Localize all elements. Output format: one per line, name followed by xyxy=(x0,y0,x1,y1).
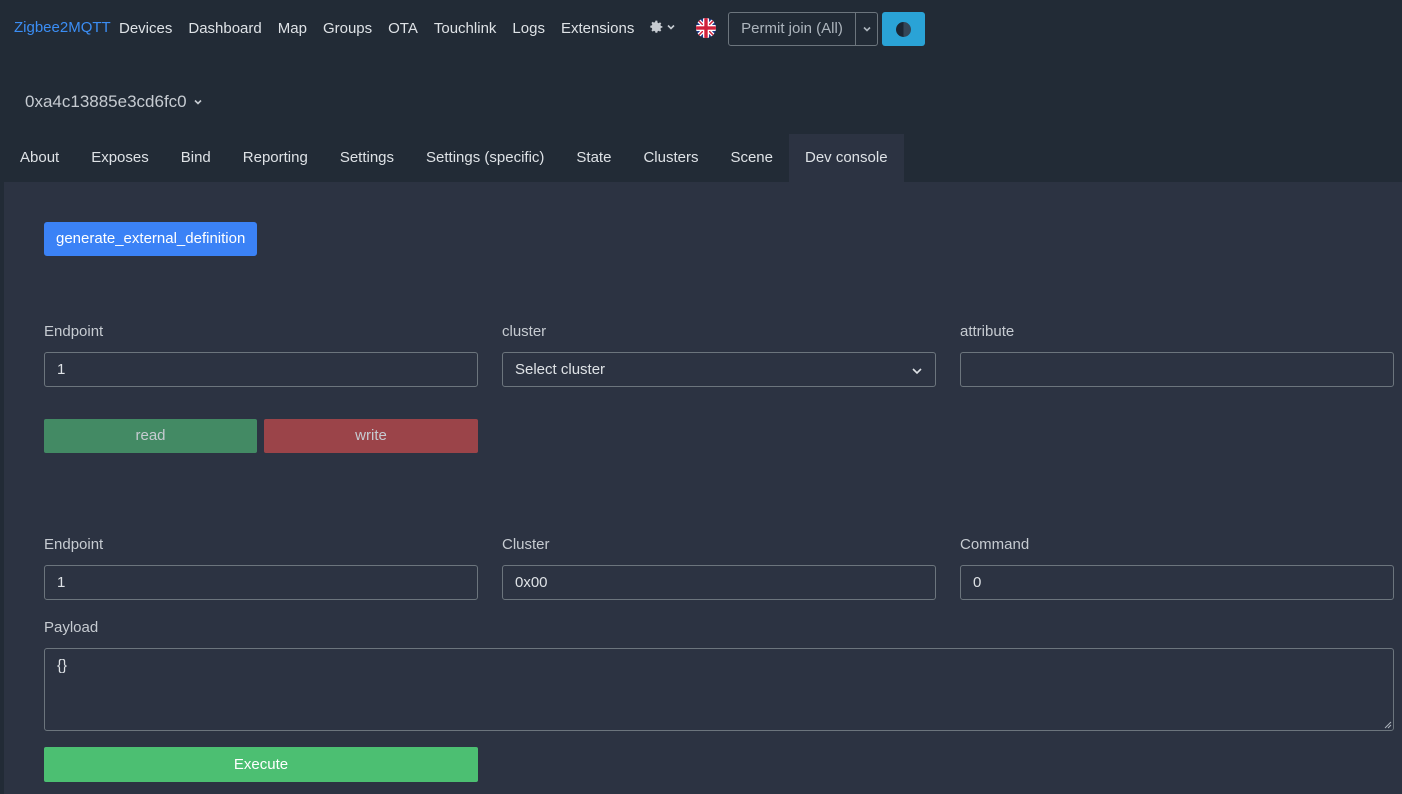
tab-state[interactable]: State xyxy=(560,134,627,182)
payload-textarea[interactable]: {} xyxy=(44,648,1394,731)
chevron-down-icon xyxy=(667,24,675,30)
generate-external-definition-button[interactable]: generate_external_definition xyxy=(44,222,258,256)
tab-about[interactable]: About xyxy=(4,134,75,182)
dev-console-panel: generate_external_definition Endpoint 1 … xyxy=(4,182,1402,794)
permit-join-button[interactable]: Permit join (All) xyxy=(729,13,855,45)
nav-link-logs[interactable]: Logs xyxy=(504,20,553,37)
chevron-down-icon xyxy=(912,368,922,375)
command-cluster-input[interactable]: 0x00 xyxy=(502,565,936,600)
command-endpoint-label: Endpoint xyxy=(44,536,104,553)
permit-join-dropdown-toggle[interactable] xyxy=(855,13,877,45)
execute-button[interactable]: Execute xyxy=(44,747,478,782)
chevron-down-icon xyxy=(862,26,871,32)
tab-bind[interactable]: Bind xyxy=(165,134,227,182)
nav-links: Devices Dashboard Map Groups OTA Touchli… xyxy=(111,0,642,57)
tab-dev-console[interactable]: Dev console xyxy=(789,134,904,182)
read-endpoint-label: Endpoint xyxy=(44,323,104,340)
resize-grip-icon[interactable] xyxy=(1384,721,1392,729)
gear-icon xyxy=(650,20,663,33)
theme-toggle-icon xyxy=(896,21,911,37)
chevron-down-icon xyxy=(194,99,202,105)
cluster-select-value: Select cluster xyxy=(515,361,606,378)
nav-link-touchlink[interactable]: Touchlink xyxy=(426,20,505,37)
tab-exposes[interactable]: Exposes xyxy=(75,134,165,182)
attribute-input[interactable] xyxy=(960,352,1394,387)
command-input[interactable]: 0 xyxy=(960,565,1394,600)
tab-settings[interactable]: Settings xyxy=(324,134,410,182)
settings-dropdown[interactable] xyxy=(648,19,676,35)
tab-clusters[interactable]: Clusters xyxy=(627,134,714,182)
tab-reporting[interactable]: Reporting xyxy=(227,134,324,182)
device-title: 0xa4c13885e3cd6fc0 xyxy=(25,92,187,111)
nav-link-map[interactable]: Map xyxy=(270,20,315,37)
nav-link-extensions[interactable]: Extensions xyxy=(553,20,642,37)
theme-toggle-button[interactable] xyxy=(882,12,925,46)
nav-link-devices[interactable]: Devices xyxy=(111,20,180,37)
tab-settings-specific[interactable]: Settings (specific) xyxy=(410,134,560,182)
read-endpoint-input[interactable]: 1 xyxy=(44,352,478,387)
command-label: Command xyxy=(960,536,1030,553)
command-endpoint-input[interactable]: 1 xyxy=(44,565,478,600)
nav-link-groups[interactable]: Groups xyxy=(315,20,380,37)
write-button[interactable]: write xyxy=(264,419,478,453)
command-cluster-label: Cluster xyxy=(502,536,550,553)
nav-link-dashboard[interactable]: Dashboard xyxy=(180,20,269,37)
permit-join-control: Permit join (All) xyxy=(728,12,878,46)
attribute-label: attribute xyxy=(960,323,1015,340)
cluster-select[interactable]: Select cluster xyxy=(502,352,936,387)
read-cluster-label: cluster xyxy=(502,323,547,340)
device-tabs: About Exposes Bind Reporting Settings Se… xyxy=(4,134,904,182)
brand-link[interactable]: Zigbee2MQTT xyxy=(14,19,111,36)
payload-label: Payload xyxy=(44,619,99,636)
top-navbar: Zigbee2MQTT Devices Dashboard Map Groups… xyxy=(0,0,1402,57)
tab-scene[interactable]: Scene xyxy=(714,134,789,182)
uk-flag-icon[interactable] xyxy=(696,18,716,38)
nav-link-ota[interactable]: OTA xyxy=(380,20,426,37)
payload-value: {} xyxy=(57,657,68,674)
read-button[interactable]: read xyxy=(44,419,257,453)
device-selector[interactable]: 0xa4c13885e3cd6fc0 xyxy=(25,92,203,112)
